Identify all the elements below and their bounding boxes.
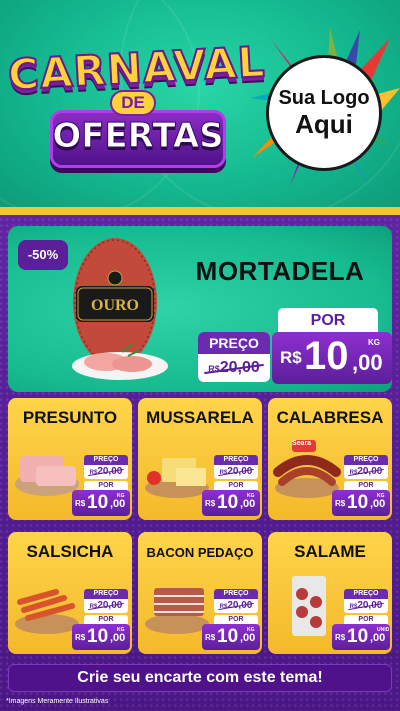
featured-product-name: MORTADELA: [195, 256, 365, 286]
old-price-box: PREÇO R$20,00: [344, 455, 388, 479]
price-unit: UNID: [377, 627, 390, 633]
price-decimal: ,00: [352, 350, 383, 375]
old-price-box: PREÇO R$20,00: [214, 589, 258, 613]
price-integer: 10: [347, 492, 369, 513]
price-currency: R$: [205, 499, 216, 508]
new-price-box: R$ 10,00 KG: [332, 490, 390, 516]
new-price-box: R$ 10,00 KG: [72, 624, 130, 650]
logo-placeholder: Sua Logo Aqui: [266, 55, 382, 171]
product-name: BACON PEDAÇO: [146, 545, 254, 560]
old-price-value: 20,00: [97, 600, 123, 611]
brand-label: Seara: [292, 440, 312, 447]
product-name: CALABRESA: [276, 408, 384, 427]
product-card-salame: SALAME PREÇO R$20,00 POR R$ 10,00 UNID: [268, 532, 392, 654]
old-price: R$20,00: [198, 354, 270, 382]
old-price-value: 20,00: [227, 600, 253, 611]
header-banner: CARNAVAL OFERTAS DE Sua Logo Aqui: [0, 0, 400, 215]
product-name: PRESUNTO: [22, 408, 118, 427]
price-currency: R$: [280, 348, 302, 367]
old-price: R$20,00: [214, 599, 258, 613]
old-price: R$20,00: [84, 465, 128, 479]
new-price-box: R$ 10,00 KG: [202, 490, 260, 516]
preco-label: PREÇO: [214, 589, 258, 599]
new-price-box: R$ 10,00 KG: [72, 490, 130, 516]
preco-label: PREÇO: [198, 332, 270, 354]
old-price-box: PREÇO R$20,00: [214, 455, 258, 479]
old-price-value: 20,00: [97, 466, 123, 477]
price-integer: 10: [217, 492, 239, 513]
price-unit: KG: [247, 627, 255, 633]
old-price-box: PREÇO R$20,00: [84, 589, 128, 613]
old-price-box: PREÇO R$20,00: [84, 455, 128, 479]
price-currency: R$: [335, 633, 346, 642]
price-decimal: ,00: [370, 498, 386, 510]
old-price-value: 20,00: [227, 466, 253, 477]
price-integer: 10: [87, 626, 109, 647]
price-unit: KG: [117, 493, 125, 499]
old-price-box: PREÇO R$20,00: [344, 589, 388, 613]
price-unit: KG: [247, 493, 255, 499]
featured-offer-card: -50% OURO MORTADELA POR PREÇO R$20,00 R$…: [8, 226, 392, 392]
price-currency: R$: [75, 499, 86, 508]
price-decimal: ,00: [370, 632, 386, 644]
price-currency: R$: [205, 633, 216, 642]
price-decimal: ,00: [240, 632, 256, 644]
logo-text-line2: Aqui: [295, 109, 353, 139]
price-integer: 10: [217, 626, 239, 647]
new-price-box: R$ 10,00 UNID: [332, 624, 390, 650]
product-card-calabresa: CALABRESA PREÇO R$20,00 POR R$ 10,00 KG Seara: [268, 398, 392, 520]
flyer-page: CARNAVAL OFERTAS DE Sua Logo Aqui -50% O…: [0, 0, 400, 711]
preco-label: PREÇO: [344, 589, 388, 599]
old-price-value: 20,00: [357, 466, 383, 477]
price-decimal: ,00: [240, 498, 256, 510]
price-decimal: ,00: [110, 498, 126, 510]
discount-badge: -50%: [18, 240, 68, 270]
por-label: POR: [278, 308, 378, 334]
mortadela-image: OURO: [72, 238, 168, 380]
product-card-salsicha: SALSICHA PREÇO R$20,00 POR R$ 10,00 KG: [8, 532, 132, 654]
old-price-box: PREÇO R$20,00: [198, 332, 270, 382]
create-flyer-button[interactable]: Crie seu encarte com este tema!: [8, 664, 392, 692]
old-price: R$20,00: [344, 599, 388, 613]
price-currency: R$: [335, 499, 346, 508]
price-integer: 10: [304, 334, 349, 378]
new-price-box: R$ 10 ,00 KG: [272, 332, 392, 384]
price-currency: R$: [75, 633, 86, 642]
old-price-value: 20,00: [219, 359, 260, 376]
product-card-bacon-pedaco: BACON PEDAÇO PREÇO R$20,00 POR R$ 10,00 KG: [138, 532, 262, 654]
price-decimal: ,00: [110, 632, 126, 644]
product-card-mussarela: MUSSARELA PREÇO R$20,00 POR R$ 10,00 KG: [138, 398, 262, 520]
price-unit: KG: [368, 338, 380, 347]
preco-label: PREÇO: [84, 589, 128, 599]
old-price: R$20,00: [84, 599, 128, 613]
carnaval-title: CARNAVAL OFERTAS DE: [6, 36, 268, 184]
old-price-value: 20,00: [357, 600, 383, 611]
price-unit: KG: [377, 493, 385, 499]
title-de: DE: [110, 90, 156, 116]
brand-label: OURO: [91, 297, 139, 314]
price-integer: 10: [87, 492, 109, 513]
preco-label: PREÇO: [344, 455, 388, 465]
product-name: MUSSARELA: [146, 408, 254, 427]
preco-label: PREÇO: [214, 455, 258, 465]
price-integer: 10: [347, 626, 369, 647]
price-unit: KG: [117, 627, 125, 633]
old-price: R$20,00: [214, 465, 258, 479]
preco-label: PREÇO: [84, 455, 128, 465]
product-card-presunto: PRESUNTO PREÇO R$20,00 POR R$ 10,00 KG: [8, 398, 132, 520]
old-price-currency: R$: [208, 364, 220, 374]
product-name: SALSICHA: [26, 542, 114, 561]
logo-text-line1: Sua Logo: [278, 87, 370, 109]
disclaimer-text: *Imagens Meramente Ilustrativas: [6, 698, 109, 705]
old-price: R$20,00: [344, 465, 388, 479]
product-name: SALAME: [294, 542, 366, 561]
title-ofertas: OFERTAS: [52, 116, 224, 157]
new-price-box: R$ 10,00 KG: [202, 624, 260, 650]
